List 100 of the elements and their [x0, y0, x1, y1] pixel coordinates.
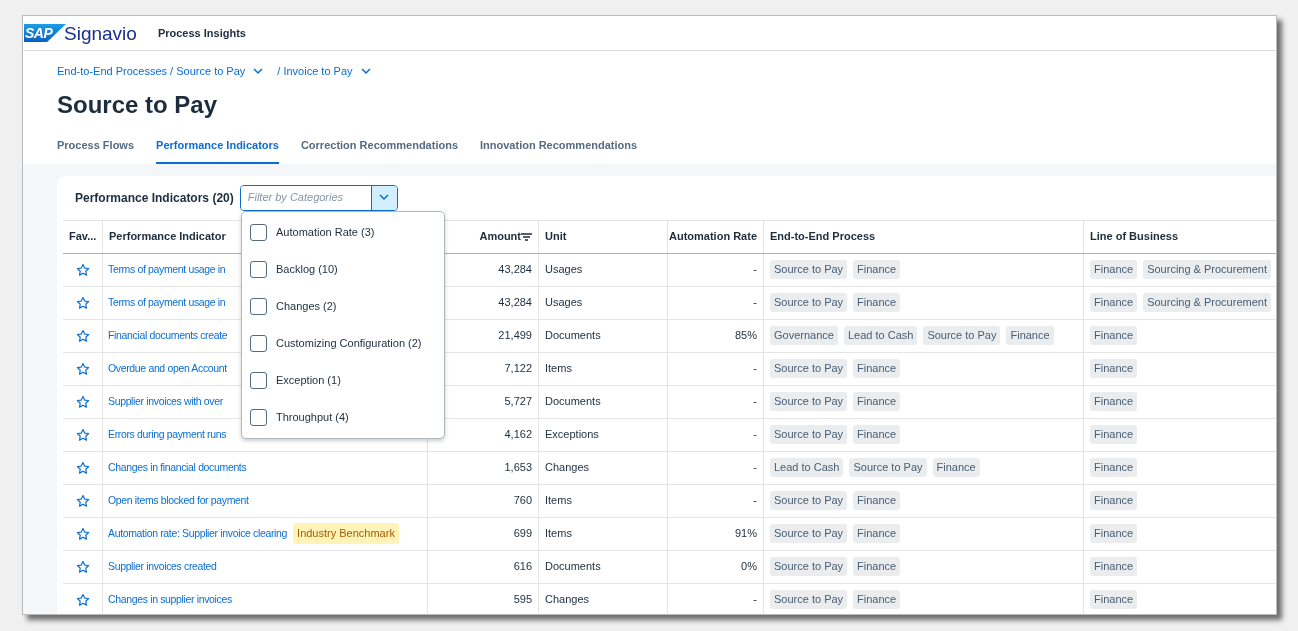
- tag: Source to Pay: [770, 491, 848, 510]
- indicator-link[interactable]: Supplier invoices with over: [108, 393, 223, 410]
- logo-mark: SAP: [24, 24, 66, 42]
- rate-text: 91%: [734, 526, 757, 542]
- card-title: Performance Indicators (20): [75, 189, 234, 207]
- indicator-link[interactable]: Terms of payment usage in: [108, 294, 226, 311]
- checkbox[interactable]: [250, 223, 267, 241]
- tag: Lead to Cash: [843, 326, 918, 345]
- page-title: Source to Pay: [57, 90, 219, 120]
- tag: Finance: [1090, 392, 1138, 411]
- star-icon[interactable]: [75, 592, 90, 607]
- rate-text: -: [753, 427, 757, 443]
- star-icon[interactable]: [75, 361, 90, 376]
- tag: Source to Pay: [770, 425, 848, 444]
- star-icon[interactable]: [75, 262, 90, 277]
- chevron-down-icon: [379, 194, 390, 201]
- tag: Source to Pay: [770, 524, 848, 543]
- tag: Finance: [853, 425, 901, 444]
- star-icon[interactable]: [75, 559, 90, 574]
- column-header[interactable]: Automation Rate: [669, 228, 757, 245]
- tag: Source to Pay: [770, 557, 848, 576]
- tag: Finance: [1090, 425, 1138, 444]
- star-icon[interactable]: [75, 460, 90, 475]
- tag: Governance: [770, 326, 838, 345]
- breadcrumb-link[interactable]: End-to-End Processes / Source to Pay: [57, 62, 264, 80]
- rate-text: -: [753, 592, 757, 608]
- rate-text: -: [753, 295, 757, 311]
- tag: Finance: [853, 557, 901, 576]
- tab[interactable]: Correction Recommendations: [300, 137, 458, 164]
- breadcrumb-link[interactable]: / Invoice to Pay: [277, 62, 371, 80]
- indicator-link[interactable]: Automation rate: Supplier invoice clearing: [108, 525, 288, 542]
- filter-option[interactable]: Changes (2): [242, 287, 444, 325]
- column-header[interactable]: End-to-End Process: [770, 228, 876, 245]
- rate-text: -: [753, 361, 757, 377]
- amount-text: 43,284: [498, 295, 532, 311]
- unit-text: Items: [545, 526, 572, 542]
- amount-text: 595: [513, 592, 532, 608]
- filter-field[interactable]: Filter by Categories: [239, 184, 398, 211]
- tag: Source to Pay: [923, 326, 1001, 345]
- column-header[interactable]: Fav...: [69, 228, 97, 245]
- checkbox[interactable]: [250, 334, 267, 352]
- amount-text: 760: [513, 493, 532, 509]
- star-icon[interactable]: [75, 295, 90, 310]
- star-icon[interactable]: [75, 493, 90, 508]
- tag: Finance: [1090, 359, 1138, 378]
- filter-option[interactable]: Backlog (10): [242, 250, 444, 288]
- tag: Finance: [853, 293, 901, 312]
- column-header[interactable]: Line of Business: [1090, 228, 1179, 245]
- tag: Source to Pay: [770, 590, 848, 609]
- star-icon[interactable]: [75, 328, 90, 343]
- filter-option[interactable]: Automation Rate (3): [242, 213, 444, 251]
- indicator-link[interactable]: Errors during payment runs: [108, 426, 227, 443]
- unit-text: Documents: [545, 559, 601, 575]
- checkbox[interactable]: [250, 260, 267, 278]
- indicator-link[interactable]: Changes in supplier invoices: [108, 591, 232, 608]
- unit-text: Items: [545, 361, 572, 377]
- tag: Finance: [853, 392, 901, 411]
- rate-text: -: [753, 394, 757, 410]
- unit-text: Documents: [545, 394, 601, 410]
- amount-text: 699: [513, 526, 532, 542]
- amount-text: 616: [513, 559, 532, 575]
- column-header[interactable]: Amount: [479, 228, 532, 245]
- dropdown-toggle[interactable]: [370, 185, 397, 210]
- star-icon[interactable]: [75, 394, 90, 409]
- indicator-link[interactable]: Supplier invoices created: [108, 558, 217, 575]
- filter-option[interactable]: Throughput (4): [242, 398, 444, 436]
- tab[interactable]: Process Flows: [57, 137, 135, 164]
- indicator-link[interactable]: Changes in financial documents: [108, 459, 247, 476]
- tag: Source to Pay: [770, 260, 848, 279]
- tab[interactable]: Innovation Recommendations: [480, 137, 638, 164]
- tag: Finance: [1090, 326, 1138, 345]
- tag: Sourcing & Procurement: [1143, 260, 1271, 279]
- filter-option[interactable]: Customizing Configuration (2): [242, 324, 444, 362]
- unit-text: Documents: [545, 328, 601, 344]
- indicator-link[interactable]: Overdue and open Account: [108, 360, 227, 377]
- indicator-link[interactable]: Terms of payment usage in: [108, 261, 226, 278]
- tag: Sourcing & Procurement: [1143, 293, 1271, 312]
- filter-option[interactable]: Exception (1): [242, 361, 444, 399]
- star-icon[interactable]: [75, 427, 90, 442]
- unit-text: Usages: [545, 262, 583, 278]
- unit-text: Changes: [545, 592, 590, 608]
- unit-text: Exceptions: [545, 427, 599, 443]
- amount-text: 1,653: [504, 460, 532, 476]
- rate-text: -: [753, 262, 757, 278]
- column-header[interactable]: Unit: [545, 228, 567, 245]
- product-name: Process Insights: [157, 25, 246, 41]
- amount-text: 5,727: [504, 394, 532, 410]
- tag: Finance: [1090, 491, 1138, 510]
- checkbox[interactable]: [250, 297, 267, 315]
- indicator-link[interactable]: Financial documents create: [108, 327, 228, 344]
- checkbox[interactable]: [250, 371, 267, 389]
- tag: Source to Pay: [849, 458, 927, 477]
- unit-text: Usages: [545, 295, 583, 311]
- tag: Finance: [853, 524, 901, 543]
- rate-text: 85%: [734, 328, 757, 344]
- column-header[interactable]: Performance Indicator: [109, 228, 226, 245]
- rate-text: 0%: [741, 559, 757, 575]
- checkbox[interactable]: [250, 408, 267, 426]
- star-icon[interactable]: [75, 526, 90, 541]
- indicator-link[interactable]: Open items blocked for payment: [108, 492, 249, 509]
